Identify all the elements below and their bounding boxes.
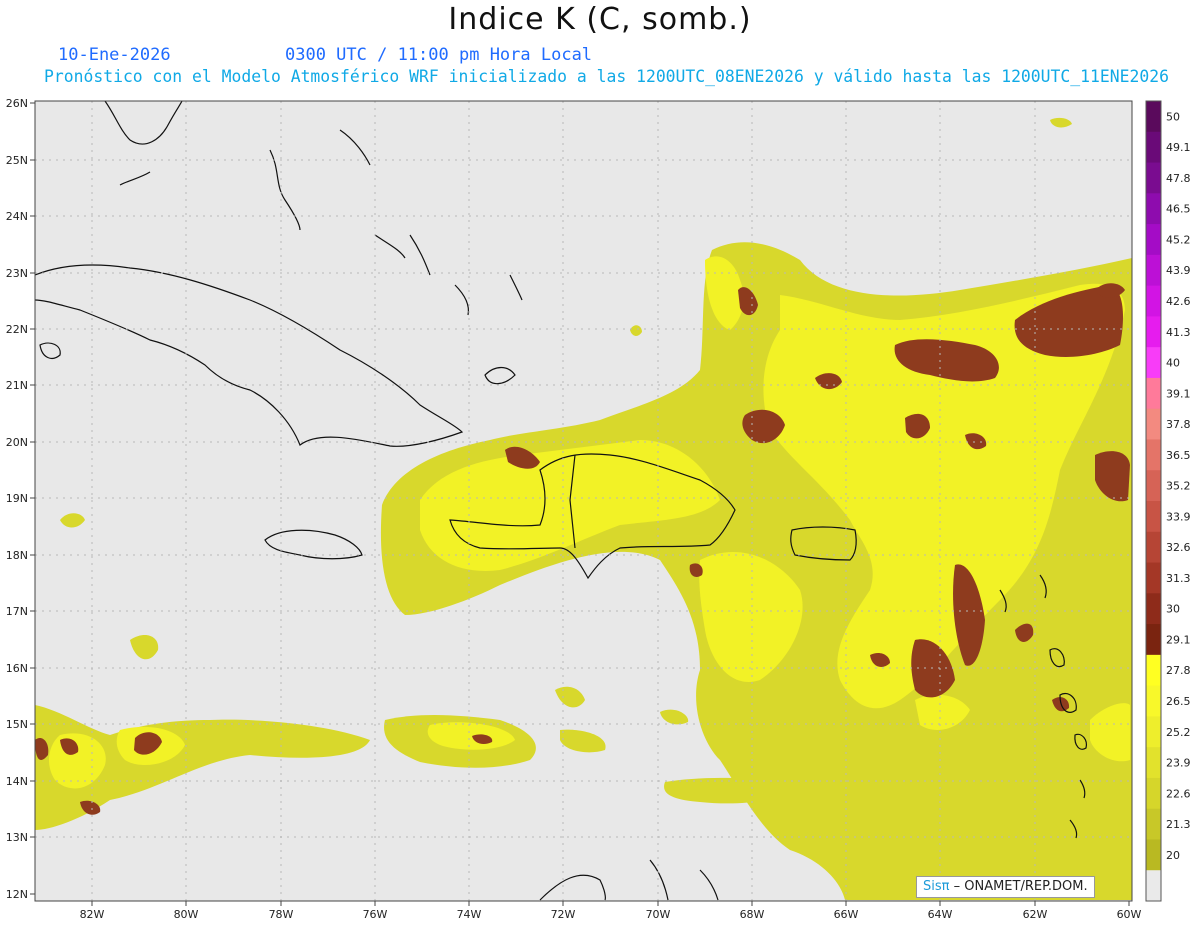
colorbar-label: 36.5 [1166,449,1191,462]
colorbar-label: 37.8 [1166,418,1191,431]
colorbar-swatch [1146,101,1161,133]
colorbar-label: 45.2 [1166,233,1191,246]
colorbar-label: 20 [1166,849,1180,862]
colorbar-swatch [1146,377,1161,410]
lat-label: 16N [6,662,28,675]
colorbar-label: 33.9 [1166,510,1191,523]
lon-labels: 82W 80W 78W 76W 74W 72W 70W 68W 66W 64W … [80,908,1142,921]
lat-label: 24N [6,210,28,223]
colorbar-swatch [1146,470,1161,502]
colorbar-swatch [1146,224,1161,256]
lon-label: 66W [834,908,859,921]
credit-box: Sisπ – ONAMET/REP.DOM. [916,876,1095,898]
colorbar-label: 30 [1166,603,1180,616]
lat-label: 22N [6,323,28,336]
lat-label: 26N [6,97,28,110]
colorbar-label: 25.2 [1166,726,1191,739]
lon-label: 68W [740,908,765,921]
lon-label: 78W [269,908,294,921]
lat-label: 15N [6,718,28,731]
colorbar-label: 42.6 [1166,295,1191,308]
lat-label: 17N [6,605,28,618]
colorbar-swatch [1146,777,1161,810]
colorbar-swatch [1146,562,1161,594]
colorbar-label: 21.3 [1166,818,1191,831]
lon-label: 70W [646,908,671,921]
colorbar-label: 41.3 [1166,326,1191,339]
lat-label: 13N [6,831,28,844]
colorbar-label: 31.3 [1166,572,1191,585]
lat-label: 19N [6,492,28,505]
colorbar-swatch [1146,131,1161,164]
lat-label: 12N [6,888,28,901]
colorbar-label: 22.6 [1166,787,1191,800]
colorbar-label: 23.9 [1166,757,1191,770]
colorbar-label: 39.1 [1166,387,1191,400]
colorbar-label: 40 [1166,357,1180,370]
colorbar-label: 46.5 [1166,203,1191,216]
lat-label: 23N [6,267,28,280]
lon-label: 76W [363,908,388,921]
colorbar-swatch [1146,716,1161,748]
lon-label: 80W [174,908,199,921]
colorbar-label: 49.1 [1166,141,1191,154]
colorbar-swatch [1146,654,1161,687]
colorbar-swatch [1146,870,1161,902]
colorbar-label: 50 [1166,110,1180,123]
colorbar-swatch [1146,624,1161,656]
colorbar-label: 27.8 [1166,664,1191,677]
colorbar-swatch [1146,316,1161,348]
lon-label: 60W [1117,908,1142,921]
colorbar-label: 47.8 [1166,172,1191,185]
colorbar-label: 43.9 [1166,264,1191,277]
credit-text: – ONAMET/REP.DOM. [949,879,1088,894]
colorbar-swatch [1146,347,1161,379]
colorbar-label: 29.1 [1166,633,1191,646]
colorbar: 50 49.1 47.8 46.5 45.2 43.9 42.6 41.3 40 39.1 37.8… [1145,100,1191,902]
lat-label: 20N [6,436,28,449]
colorbar-swatch [1146,439,1161,471]
colorbar-swatch [1146,193,1161,225]
credit-brand: Sisπ [923,879,950,894]
colorbar-swatch [1146,285,1161,317]
colorbar-swatch [1146,593,1161,625]
lon-label: 62W [1023,908,1048,921]
lon-label: 64W [928,908,953,921]
colorbar-label: 32.6 [1166,541,1191,554]
lon-label: 74W [457,908,482,921]
colorbar-swatch [1146,162,1161,194]
colorbar-swatch [1146,747,1161,779]
lat-label: 21N [6,379,28,392]
colorbar-swatch [1146,501,1161,533]
colorbar-label: 35.2 [1166,480,1191,493]
colorbar-swatch [1146,254,1161,287]
lat-labels: 26N 25N 24N 23N 22N 21N 20N 19N 18N 17N … [6,97,28,901]
colorbar-swatch [1146,808,1161,840]
colorbar-label: 26.5 [1166,695,1191,708]
lat-label: 18N [6,549,28,562]
colorbar-swatch [1146,408,1161,440]
lat-label: 25N [6,154,28,167]
lat-label: 14N [6,775,28,788]
lon-label: 72W [551,908,576,921]
lon-label: 82W [80,908,105,921]
colorbar-swatch [1146,839,1161,871]
colorbar-swatch [1146,685,1161,717]
colorbar-swatch [1146,531,1161,564]
k-index-map: 82W 80W 78W 76W 74W 72W 70W 68W 66W 64W … [6,97,1191,921]
